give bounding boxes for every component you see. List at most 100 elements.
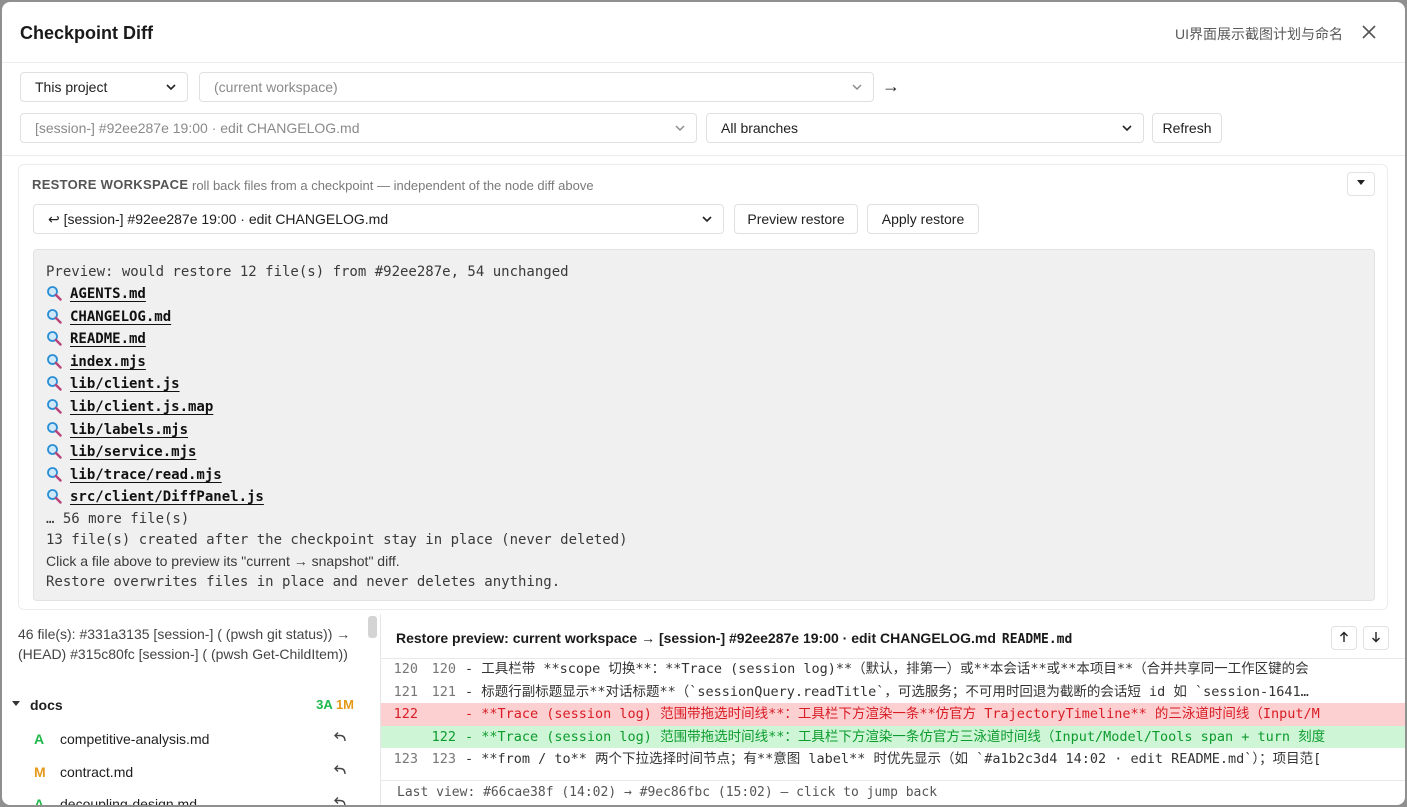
revert-file-icon[interactable]	[332, 794, 348, 805]
magnifier-icon	[47, 286, 62, 301]
to-checkpoint-value: [session-] #92ee287e 19:00 · edit CHANGE…	[35, 120, 360, 136]
to-checkpoint-select[interactable]: [session-] #92ee287e 19:00 · edit CHANGE…	[20, 113, 697, 143]
collapse-toggle[interactable]	[1347, 172, 1375, 196]
revert-file-icon[interactable]	[332, 729, 348, 745]
file-status-badge: A	[34, 731, 45, 747]
close-icon[interactable]	[1359, 22, 1379, 42]
preview-file-name[interactable]: lib/labels.mjs	[70, 422, 188, 438]
caret-down-icon	[1357, 180, 1365, 185]
dialog-header: Checkpoint Diff UI界面展示截图计划与命名	[2, 2, 1405, 63]
file-name: competitive-analysis.md	[60, 731, 210, 747]
preview-file-link[interactable]: lib/client.js.map	[46, 396, 1362, 419]
arrow-down-icon	[1372, 632, 1380, 643]
chevron-down-icon	[166, 84, 176, 91]
branch-select[interactable]: All branches	[706, 113, 1144, 143]
branch-select-value: All branches	[721, 120, 799, 136]
diff-title: Restore preview: current workspace → [se…	[396, 630, 996, 646]
restore-title: RESTORE WORKSPACE	[32, 177, 189, 192]
preview-restore-button[interactable]: Preview restore	[734, 204, 858, 234]
divider	[2, 155, 1405, 156]
added-count: 3A	[316, 697, 333, 712]
diff-line-text: - **Trace (session log) 范围带拖选时间线**：工具栏下方…	[465, 728, 1326, 745]
preview-file-link[interactable]: lib/labels.mjs	[46, 419, 1362, 442]
chevron-down-icon	[675, 125, 685, 131]
folder-row-docs[interactable]: docs 3A 1M	[12, 694, 362, 718]
file-status-badge: M	[34, 763, 46, 780]
chevron-down-icon	[1122, 125, 1132, 132]
next-change-button[interactable]	[1363, 626, 1389, 650]
diff-line-context: 123 123 - **from / to** 两个下拉选择时间节点；有**意图 l…	[381, 748, 1405, 771]
preview-file-name[interactable]: CHANGELOG.md	[70, 309, 171, 325]
diff-line-text: - **Trace (session log) 范围带拖选时间线**：工具栏下方…	[465, 706, 1320, 722]
checkpoint-diff-dialog: Checkpoint Diff UI界面展示截图计划与命名 This proje…	[2, 2, 1405, 805]
old-line-number: 120	[393, 661, 418, 677]
file-row[interactable]: Adecoupling-design.md	[2, 788, 362, 805]
folder-name: docs	[30, 697, 63, 713]
new-line-number: 120	[431, 661, 456, 677]
magnifier-icon	[47, 399, 62, 414]
old-line-number: 122	[393, 706, 418, 722]
dialog-title: Checkpoint Diff	[20, 23, 153, 43]
preview-file-link[interactable]: lib/service.mjs	[46, 441, 1362, 464]
preview-file-link[interactable]: lib/client.js	[46, 373, 1362, 396]
diff-line-removed: 122 - **Trace (session log) 范围带拖选时间线**：工具…	[381, 703, 1405, 726]
preview-file-link[interactable]: index.mjs	[46, 351, 1362, 374]
restore-checkpoint-select[interactable]: ↩ [session-] #92ee287e 19:00 · edit CHAN…	[33, 204, 724, 234]
preview-more-files: … 56 more file(s)	[46, 510, 190, 527]
restore-description: roll back files from a checkpoint — inde…	[192, 178, 594, 193]
preview-file-link[interactable]: src/client/DiffPanel.js	[46, 486, 1362, 509]
preview-overwrite-note: Restore overwrites files in place and ne…	[46, 573, 561, 590]
prev-change-button[interactable]	[1331, 626, 1357, 650]
refresh-button[interactable]: Refresh	[1152, 113, 1222, 143]
last-view-link[interactable]: Last view: #66cae38f (14:02) → #9ec86fbc…	[381, 780, 1405, 805]
file-row[interactable]: Mcontract.md	[2, 756, 362, 788]
magnifier-icon	[47, 444, 62, 459]
scope-select-value: This project	[35, 79, 108, 95]
old-line-number: 123	[393, 751, 418, 767]
old-line-number: 121	[393, 683, 418, 700]
chevron-down-icon	[852, 84, 862, 90]
preview-file-link[interactable]: lib/trace/read.mjs	[46, 464, 1362, 487]
preview-summary: Preview: would restore 12 file(s) from #…	[46, 264, 569, 280]
magnifier-icon	[47, 421, 62, 437]
diff-line-text: - **from / to** 两个下拉选择时间节点；有**意图 label**…	[465, 751, 1322, 767]
apply-restore-button[interactable]: Apply restore	[867, 204, 979, 234]
preview-file-name[interactable]: src/client/DiffPanel.js	[70, 489, 264, 505]
magnifier-icon	[47, 331, 62, 346]
file-status-badge: A	[34, 796, 45, 805]
revert-file-icon[interactable]	[332, 762, 348, 778]
preview-file-link[interactable]: README.md	[46, 328, 1362, 351]
file-list-scrollbar[interactable]	[368, 616, 377, 638]
restore-checkpoint-value: ↩ [session-] #92ee287e 19:00 · edit CHAN…	[48, 211, 389, 227]
scope-select[interactable]: This project	[20, 72, 188, 102]
preview-file-name[interactable]: AGENTS.md	[70, 286, 146, 302]
diff-line-context: 120 120 - 工具栏带 **scope 切换**：**Trace (sessi…	[381, 658, 1405, 681]
magnifier-icon	[47, 466, 62, 482]
diff-file-name: README.md	[1001, 632, 1073, 647]
new-line-number: 121	[431, 683, 456, 700]
magnifier-icon	[47, 353, 62, 369]
preview-file-list: AGENTS.md CHANGELOG.md README.md index.mjs l…	[46, 283, 1362, 509]
diff-line-text: - 标题行副标题显示**对话标题**（`sessionQuery.readTit…	[465, 683, 1309, 700]
file-row[interactable]: Acompetitive-analysis.md	[2, 723, 362, 755]
preview-created-note: 13 file(s) created after the checkpoint …	[46, 531, 628, 548]
preview-file-name[interactable]: README.md	[70, 331, 146, 347]
from-checkpoint-select[interactable]: (current workspace)	[199, 72, 874, 102]
preview-file-link[interactable]: AGENTS.md	[46, 283, 1362, 306]
direction-arrow: →	[882, 76, 900, 96]
restore-preview-box: Preview: would restore 12 file(s) from #…	[33, 249, 1375, 601]
diff-line-text: - 工具栏带 **scope 切换**：**Trace (session log…	[465, 661, 1309, 677]
preview-file-name[interactable]: lib/trace/read.mjs	[70, 467, 222, 483]
diff-header: Restore preview: current workspace → [se…	[396, 630, 1072, 647]
arrow-up-icon	[1340, 631, 1348, 642]
preview-file-name[interactable]: index.mjs	[70, 354, 146, 370]
diff-line-context: 121 121 - 标题行副标题显示**对话标题**（`sessionQuery.r…	[381, 681, 1405, 704]
magnifier-icon	[47, 489, 62, 505]
preview-file-link[interactable]: CHANGELOG.md	[46, 306, 1362, 329]
from-checkpoint-value: (current workspace)	[214, 79, 338, 95]
preview-file-name[interactable]: lib/client.js.map	[70, 399, 213, 415]
diff-line-added: 122 - **Trace (session log) 范围带拖选时间线**：工具…	[381, 725, 1405, 748]
new-line-number: 123	[431, 751, 456, 767]
preview-file-name[interactable]: lib/service.mjs	[70, 444, 196, 460]
preview-file-name[interactable]: lib/client.js	[70, 376, 180, 392]
